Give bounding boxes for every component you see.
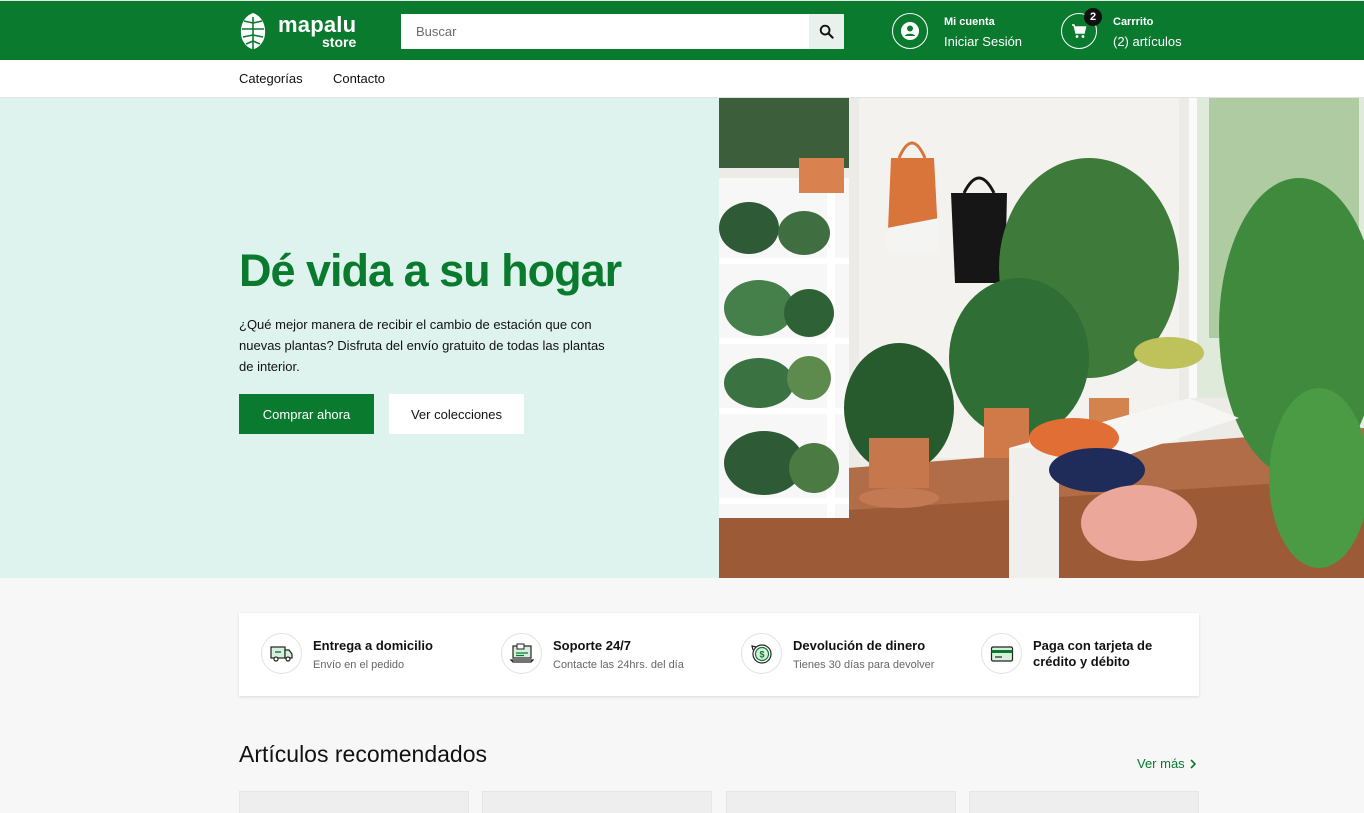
- account-button[interactable]: Mi cuenta Iniciar Sesión: [892, 13, 1022, 49]
- see-more-link[interactable]: Ver más: [1137, 756, 1197, 771]
- recommended-title: Artículos recomendados: [239, 741, 488, 767]
- shop-now-button[interactable]: Comprar ahora: [239, 394, 374, 434]
- hero-description: ¿Qué mejor manera de recibir el cambio d…: [239, 317, 605, 374]
- nav-item-categorias[interactable]: Categorías: [239, 71, 303, 86]
- feature-subtitle: Envío en el pedido: [313, 659, 405, 671]
- cart-label: Carrrito: [1113, 15, 1154, 28]
- view-collections-button[interactable]: Ver colecciones: [389, 394, 524, 434]
- plant-shop-illustration: [719, 98, 1364, 578]
- feature-subtitle: Contacte las 24hrs. del día: [553, 659, 684, 671]
- product-card[interactable]: [726, 791, 956, 813]
- feature-title: Paga con tarjeta de crédito y débito: [1033, 638, 1153, 669]
- see-more-label: Ver más: [1137, 756, 1185, 771]
- feature-support: Soporte 24/7 Contacte las 24hrs. del día: [501, 633, 684, 674]
- search-bar: [401, 14, 844, 49]
- main-nav: Categorías Contacto: [0, 60, 1364, 98]
- search-button[interactable]: [809, 14, 844, 49]
- search-icon: [819, 24, 834, 39]
- feature-title: Soporte 24/7: [553, 638, 632, 653]
- credit-card-icon: [981, 633, 1022, 674]
- cart-icon: 2: [1061, 8, 1102, 49]
- delivery-truck-icon: [261, 633, 302, 674]
- logo[interactable]: mapalu store: [238, 11, 356, 51]
- product-card[interactable]: [482, 791, 712, 813]
- cart-button[interactable]: 2 Carrrito (2) artículos: [1061, 8, 1182, 49]
- account-label: Mi cuenta: [944, 15, 995, 28]
- feature-delivery: Entrega a domicilio Envío en el pedido: [261, 633, 433, 674]
- chevron-right-icon: [1190, 758, 1196, 769]
- nav-item-contacto[interactable]: Contacto: [333, 71, 385, 86]
- feature-money-back: $ Devolución de dinero Tienes 30 días pa…: [741, 633, 934, 674]
- features-bar: Entrega a domicilio Envío en el pedido S…: [239, 613, 1199, 696]
- hero-title: Dé vida a su hogar: [239, 245, 622, 296]
- top-header: mapalu store Mi cuenta Iniciar Sesión: [0, 0, 1364, 60]
- search-input[interactable]: [401, 14, 809, 49]
- feature-card-payment: Paga con tarjeta de crédito y débito: [981, 633, 1191, 674]
- product-card[interactable]: [969, 791, 1199, 813]
- cart-items-count: (2) artículos: [1113, 33, 1182, 49]
- feature-title: Devolución de dinero: [793, 638, 926, 653]
- monstera-leaf-icon: [240, 13, 266, 49]
- feature-subtitle: Tienes 30 días para devolver: [793, 659, 935, 671]
- svg-text:$: $: [759, 649, 764, 659]
- cart-count-badge: 2: [1084, 8, 1102, 26]
- money-back-icon: $: [741, 633, 782, 674]
- logo-subtitle: store: [322, 33, 357, 50]
- user-icon: [892, 13, 928, 49]
- login-link[interactable]: Iniciar Sesión: [944, 34, 1022, 49]
- product-card[interactable]: [239, 791, 469, 813]
- feature-title: Entrega a domicilio: [313, 638, 433, 653]
- hero-image: [719, 98, 1364, 578]
- support-laptop-icon: [501, 633, 542, 674]
- logo-name: mapalu: [278, 11, 357, 37]
